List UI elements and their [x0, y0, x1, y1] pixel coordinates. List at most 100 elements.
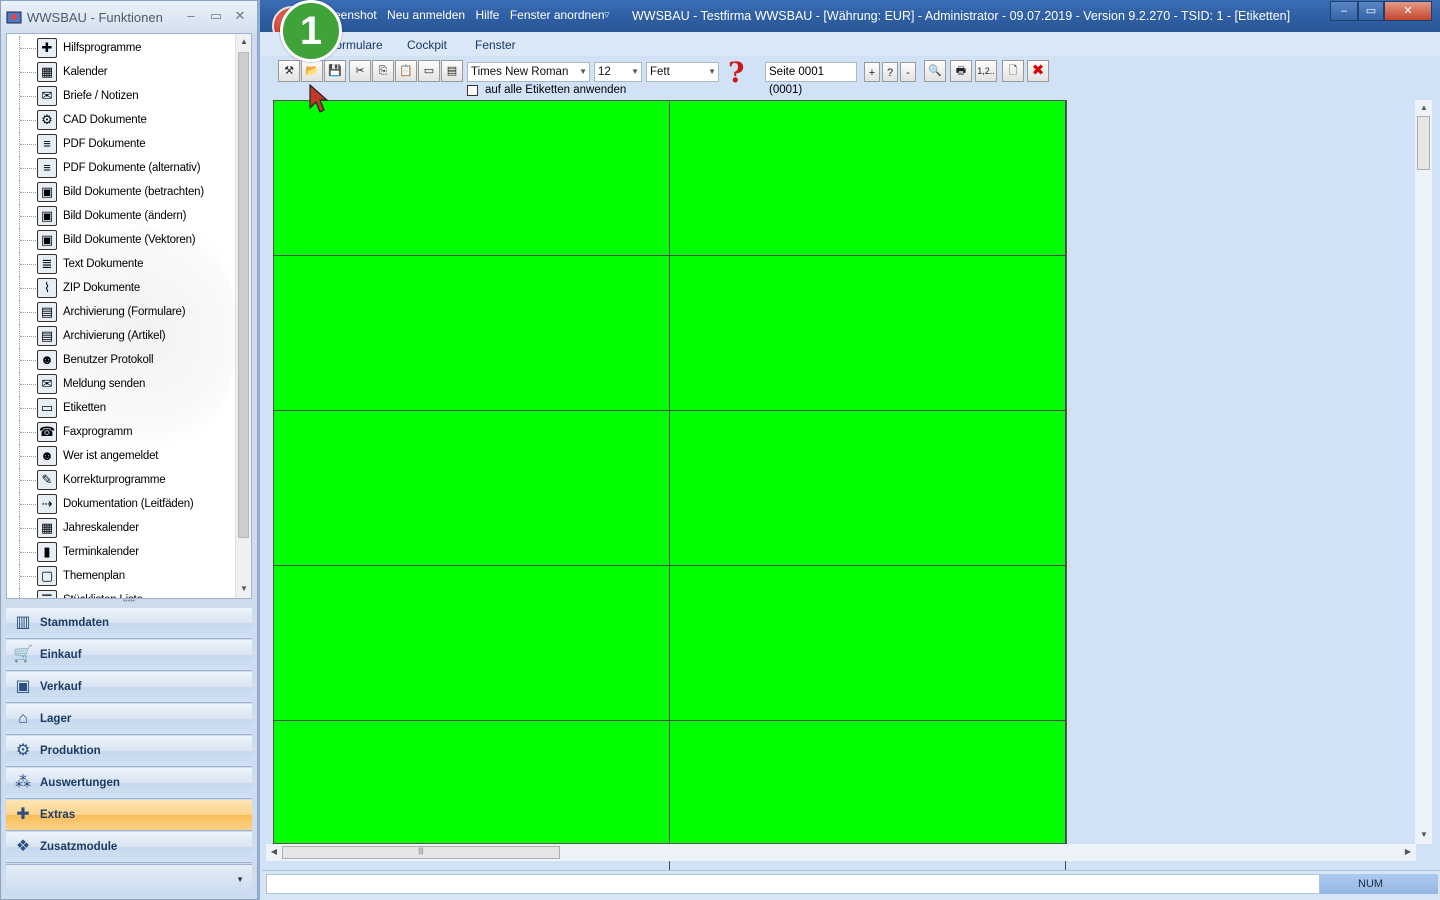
apply-all-checkbox[interactable]	[467, 85, 478, 96]
paste-icon[interactable]: 📋	[395, 60, 417, 82]
font-size-select[interactable]: 12 ▼	[594, 62, 642, 82]
tree-scrollbar[interactable]: ▲ ▼	[235, 34, 251, 598]
scroll-left-icon[interactable]: ◀	[266, 844, 282, 860]
tree-item[interactable]: ✉ Briefe / Notizen	[7, 84, 235, 108]
tree-item[interactable]: ≡ PDF Dokumente	[7, 132, 235, 156]
label-cell[interactable]	[274, 101, 670, 256]
printer-icon[interactable]: 🖶	[950, 60, 972, 82]
tree-item[interactable]: ▦ Jahreskalender	[7, 516, 235, 540]
nav-footer[interactable]: ▼	[6, 864, 252, 896]
maximize-button[interactable]: ▭	[206, 7, 226, 25]
main-titlebar[interactable]: Screenshot Neu anmelden Hilfe Fenster an…	[260, 0, 1440, 46]
quick-access-dropdown-icon[interactable]: ▿	[604, 8, 610, 21]
chevron-down-icon[interactable]: ▼	[236, 875, 244, 884]
tree-item[interactable]: ⇢ Dokumentation (Leitfäden)	[7, 492, 235, 516]
horizontal-scrollbar[interactable]: ◀ ||| ▶	[266, 844, 1416, 861]
copy-icon[interactable]: ⎘	[372, 60, 394, 82]
num-lock-indicator: NUM	[1358, 878, 1384, 890]
tree-connector	[20, 288, 36, 289]
scroll-down-icon[interactable]: ▼	[1416, 827, 1432, 843]
numbering-button[interactable]: 1,2..	[975, 60, 997, 82]
functions-title: WWSBAU - Funktionen	[27, 10, 163, 25]
tree-item[interactable]: ▣ Bild Dokumente (betrachten)	[7, 180, 235, 204]
tools-icon: ✎	[37, 470, 57, 490]
vertical-scroll-thumb[interactable]	[1417, 116, 1430, 170]
font-name-select[interactable]: Times New Roman ▼	[467, 62, 590, 82]
label-cell[interactable]	[274, 256, 670, 411]
page-minus-button[interactable]: -	[900, 62, 916, 82]
font-name-value: Times New Roman	[471, 66, 569, 78]
close-x-icon[interactable]: ✖	[1027, 60, 1049, 82]
label-cell[interactable]	[274, 411, 670, 566]
label-frame-icon[interactable]: ▭	[418, 60, 440, 82]
nav-section-stammdaten[interactable]: ▥ Stammdaten	[6, 608, 252, 639]
quick-relogin[interactable]: Neu anmelden	[387, 8, 465, 22]
scroll-down-icon[interactable]: ▼	[236, 581, 251, 597]
label-cell[interactable]	[670, 566, 1066, 721]
label-cell[interactable]	[670, 411, 1066, 566]
page-setup-icon[interactable]: 🗋	[1002, 60, 1024, 82]
page-plus-button[interactable]: +	[864, 62, 880, 82]
functions-titlebar[interactable]: WWSBAU - Funktionen – ▭ ✕	[1, 1, 257, 33]
maximize-button[interactable]: ▭	[1358, 1, 1384, 21]
nav-section-einkauf[interactable]: 🛒 Einkauf	[6, 640, 252, 671]
nav-section-lager[interactable]: ⌂ Lager	[6, 704, 252, 735]
open-folder-icon[interactable]: 📂	[301, 60, 323, 82]
tree-item[interactable]: ▣ Bild Dokumente (ändern)	[7, 204, 235, 228]
tree-item[interactable]: ▤ Archivierung (Artikel)	[7, 324, 235, 348]
scroll-up-icon[interactable]: ▲	[236, 34, 251, 50]
vertical-scrollbar[interactable]: ▲ ▼	[1415, 100, 1432, 844]
font-style-select[interactable]: Fett ▼	[646, 62, 719, 82]
tree-item[interactable]: ≣ Text Dokumente	[7, 252, 235, 276]
tree-item[interactable]: ▣ Bild Dokumente (Vektoren)	[7, 228, 235, 252]
page-question-button[interactable]: ?	[882, 62, 898, 82]
cut-icon[interactable]: ✂	[349, 60, 371, 82]
nav-section-zusatzmodule[interactable]: ❖ Zusatzmodule	[6, 832, 252, 863]
tree-item[interactable]: ⌇ ZIP Dokumente	[7, 276, 235, 300]
tree-scroll-thumb[interactable]	[238, 52, 249, 538]
quick-help[interactable]: Hilfe	[475, 8, 499, 22]
nav-section-extras[interactable]: ✚ Extras	[6, 800, 252, 831]
nav-section-produktion[interactable]: ⚙ Produktion	[6, 736, 252, 767]
label-cell[interactable]	[670, 101, 1066, 256]
print-preview-icon[interactable]: 🔍	[924, 60, 946, 82]
tree-item[interactable]: ▭ Etiketten	[7, 396, 235, 420]
tree-item[interactable]: ▢ Themenplan	[7, 564, 235, 588]
close-button[interactable]: ✕	[230, 7, 250, 25]
tree-item[interactable]: ✚ Hilfsprogramme	[7, 36, 235, 60]
tree-item[interactable]: ☻ Benutzer Protokoll	[7, 348, 235, 372]
tree-item[interactable]: ▤ Archivierung (Formulare)	[7, 300, 235, 324]
panel-splitter[interactable]: •••••	[6, 598, 252, 607]
scroll-up-icon[interactable]: ▲	[1416, 100, 1432, 116]
scroll-right-icon[interactable]: ▶	[1400, 844, 1416, 860]
label-cell[interactable]	[274, 566, 670, 721]
close-button[interactable]: ✕	[1384, 1, 1432, 21]
tree-connector	[20, 408, 36, 409]
tree-item[interactable]: ▮ Terminkalender	[7, 540, 235, 564]
tree-item[interactable]: ✉ Meldung senden	[7, 372, 235, 396]
tree-item[interactable]: ▦ Kalender	[7, 60, 235, 84]
page-field[interactable]: Seite 0001 (0001)	[765, 62, 857, 96]
toolbox-icon: ✚	[37, 38, 57, 58]
layout-icon[interactable]: ▤	[441, 60, 463, 82]
wizard-icon[interactable]: ⚒	[278, 60, 300, 82]
help-icon[interactable]: ?	[728, 56, 744, 89]
tab-cockpit[interactable]: Cockpit	[407, 38, 447, 52]
tree-item[interactable]: ☎ Faxprogramm	[7, 420, 235, 444]
tree-item[interactable]: ✎ Korrekturprogramme	[7, 468, 235, 492]
tree-item[interactable]: ⚙ CAD Dokumente	[7, 108, 235, 132]
horizontal-scroll-thumb[interactable]: |||	[282, 846, 560, 859]
minimize-button[interactable]: –	[1330, 1, 1358, 21]
tree-item[interactable]: ≡ PDF Dokumente (alternativ)	[7, 156, 235, 180]
tab-fenster[interactable]: Fenster	[475, 38, 516, 52]
ribbon-tabs: Formulare Cockpit Fenster	[260, 32, 1440, 56]
fax-icon: ☎	[37, 422, 57, 442]
tree-item[interactable]: ☰Stücklisten Liste	[7, 588, 235, 598]
quick-arrange-windows[interactable]: Fenster anordnen	[510, 8, 605, 22]
tree-item[interactable]: ☻ Wer ist angemeldet	[7, 444, 235, 468]
minimize-button[interactable]: –	[181, 7, 201, 25]
nav-section-verkauf[interactable]: ▣ Verkauf	[6, 672, 252, 703]
save-icon[interactable]: 💾	[324, 60, 346, 82]
nav-section-auswertungen[interactable]: ⁂ Auswertungen	[6, 768, 252, 799]
label-cell[interactable]	[670, 256, 1066, 411]
